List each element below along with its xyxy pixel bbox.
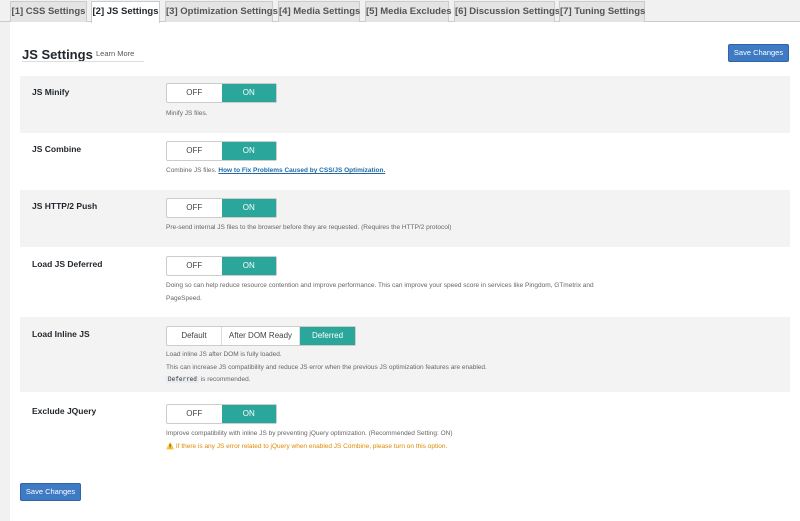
option-after-dom-ready[interactable]: After DOM Ready (222, 327, 300, 345)
option-default[interactable]: Default (167, 327, 222, 345)
setting-row-js-minify: JS Minify OFF ON Minify JS files. (20, 76, 790, 133)
load-inline-js-selector[interactable]: Default After DOM Ready Deferred (166, 326, 356, 346)
js-http2-push-toggle[interactable]: OFF ON (166, 198, 277, 218)
toggle-on-option[interactable]: ON (221, 142, 276, 160)
js-combine-toggle[interactable]: OFF ON (166, 141, 277, 161)
toggle-on-option[interactable]: ON (221, 84, 276, 102)
save-button-bottom[interactable]: Save Changes (20, 483, 81, 501)
toggle-off-option[interactable]: OFF (167, 257, 222, 275)
toggle-on-option[interactable]: ON (221, 405, 276, 423)
warning-text: If there is any JS error related to jQue… (175, 442, 448, 450)
settings-panel: JS Settings Learn More Save Changes JS M… (10, 22, 800, 521)
warning-line: ⚠️ If there is any JS error related to j… (166, 441, 452, 454)
tab-discussion-settings[interactable]: [6] Discussion Settings (454, 1, 560, 22)
setting-row-load-inline-js: Load Inline JS Default After DOM Ready D… (20, 317, 790, 392)
setting-label: JS Combine (32, 144, 82, 154)
toggle-on-option[interactable]: ON (221, 257, 276, 275)
setting-label: Exclude JQuery (32, 406, 97, 416)
setting-row-load-js-deferred: Load JS Deferred OFF ON Doing so can hel… (20, 247, 790, 317)
setting-label: JS HTTP/2 Push (32, 201, 98, 211)
setting-description: Pre-send internal JS files to the browse… (166, 224, 452, 231)
setting-label: Load JS Deferred (32, 259, 103, 269)
toggle-off-option[interactable]: OFF (167, 199, 222, 217)
setting-label: JS Minify (32, 87, 70, 97)
setting-description: Load inline JS after DOM is fully loaded… (166, 349, 487, 387)
warning-icon: ⚠️ (166, 442, 175, 450)
description-text: Combine JS files. (166, 167, 217, 174)
setting-label: Load Inline JS (32, 329, 90, 339)
load-js-deferred-toggle[interactable]: OFF ON (166, 256, 277, 276)
settings-tabs: [1] CSS Settings [2] JS Settings [3] Opt… (0, 0, 800, 23)
js-minify-toggle[interactable]: OFF ON (166, 83, 277, 103)
code-snippet: Deferred (166, 376, 199, 383)
learn-more-link[interactable]: Learn More (96, 49, 134, 58)
setting-description: Doing so can help reduce resource conten… (166, 280, 594, 305)
tab-js-settings[interactable]: [2] JS Settings (91, 1, 160, 23)
exclude-jquery-toggle[interactable]: OFF ON (166, 404, 277, 424)
toggle-off-option[interactable]: OFF (167, 142, 222, 160)
option-deferred[interactable]: Deferred (300, 327, 355, 345)
description-line: Deferred is recommended. (166, 374, 487, 387)
toggle-off-option[interactable]: OFF (167, 84, 222, 102)
setting-description: Combine JS files. How to Fix Problems Ca… (166, 165, 385, 178)
fix-problems-link[interactable]: How to Fix Problems Caused by CSS/JS Opt… (218, 167, 385, 174)
setting-description: Improve compatibility with inline JS by … (166, 428, 452, 453)
description-line: PageSpeed. (166, 294, 202, 302)
setting-row-js-http2-push: JS HTTP/2 Push OFF ON Pre-send internal … (20, 190, 790, 247)
tab-optimization-settings[interactable]: [3] Optimization Settings (165, 1, 278, 22)
tab-media-excludes[interactable]: [5] Media Excludes (365, 1, 452, 22)
tab-css-settings[interactable]: [1] CSS Settings (10, 1, 87, 22)
description-text: is recommended. (200, 376, 251, 383)
toggle-on-option[interactable]: ON (221, 199, 276, 217)
setting-row-js-combine: JS Combine OFF ON Combine JS files. How … (20, 133, 790, 190)
tab-tuning-settings[interactable]: [7] Tuning Settings (559, 1, 645, 22)
description-line: Load inline JS after DOM is fully loaded… (166, 351, 282, 358)
setting-row-exclude-jquery: Exclude JQuery OFF ON Improve compatibil… (20, 392, 790, 462)
tab-media-settings[interactable]: [4] Media Settings (278, 1, 360, 22)
toggle-off-option[interactable]: OFF (167, 405, 222, 423)
description-line: Improve compatibility with inline JS by … (166, 430, 453, 437)
description-line: This can increase JS compatibility and r… (166, 363, 487, 371)
save-button-top[interactable]: Save Changes (728, 44, 789, 62)
page-title: JS Settings (22, 47, 93, 62)
setting-description: Minify JS files. (166, 110, 208, 117)
description-line: Doing so can help reduce resource conten… (166, 282, 594, 289)
title-divider (22, 61, 144, 62)
